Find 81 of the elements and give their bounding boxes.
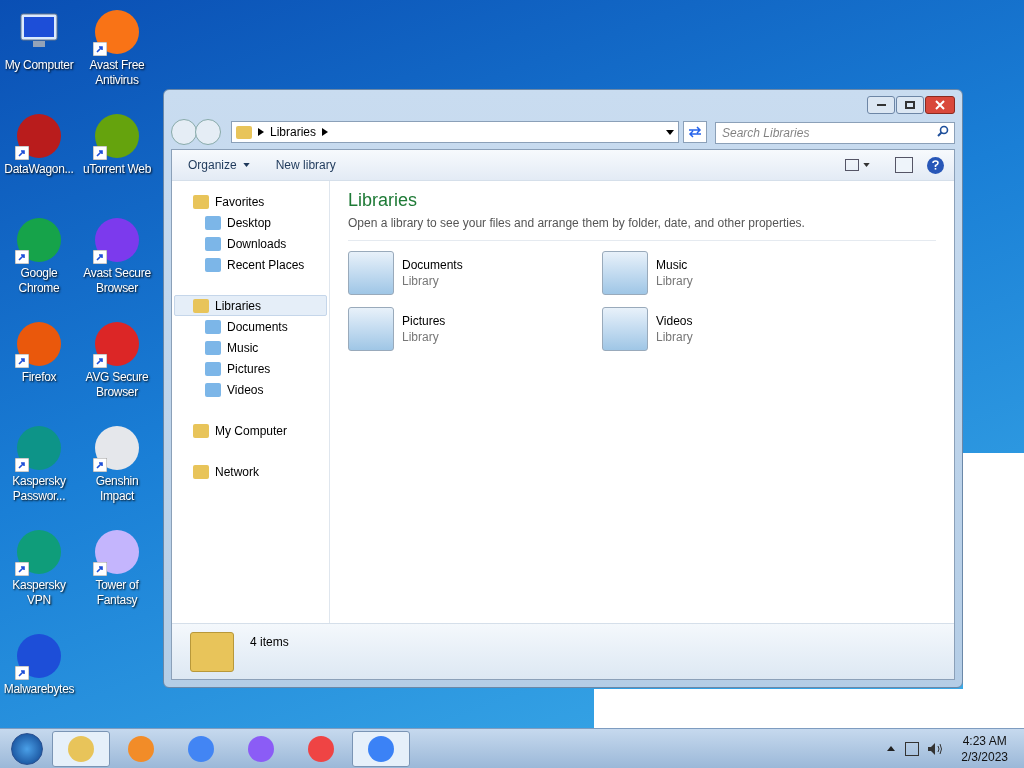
app-icon[interactable] [15,424,63,472]
app-icon[interactable] [93,216,141,264]
caret-icon [863,163,870,167]
library-item[interactable]: Documents Library [348,249,602,297]
volume-icon[interactable] [927,741,944,756]
refresh-button[interactable] [683,121,707,143]
nav-item[interactable]: Music [174,337,327,358]
icon-label: Avast Secure Browser [82,266,152,296]
nav-item[interactable]: Videos [174,379,327,400]
page-heading: Libraries [348,189,419,212]
library-icon [348,307,394,351]
nav-item[interactable]: Network [174,461,327,482]
breadcrumb[interactable]: Libraries [270,123,317,141]
chevron-icon [322,128,329,136]
nav-item[interactable]: Pictures [174,358,327,379]
nav-item[interactable]: Libraries [174,295,327,316]
item-type: Library [656,273,693,289]
app-icon[interactable] [15,632,63,680]
app-icon[interactable] [15,320,63,368]
nav-item[interactable]: Documents [174,316,327,337]
nav-item[interactable]: Recent Places [174,254,327,275]
icon-label: Firefox [21,370,57,385]
nav-item[interactable]: Favorites [174,191,327,212]
icon-label: Google Chrome [17,266,61,296]
item-name: Music [656,257,689,273]
app-icon[interactable] [93,112,141,160]
item-type: Library [402,329,440,345]
app-icon[interactable] [93,528,141,576]
search-field[interactable]: Search Libraries [715,122,955,144]
dropdown-caret-icon [666,129,674,135]
address-bar[interactable]: Libraries [231,121,679,143]
app-icon[interactable] [93,424,141,472]
search-icon [937,125,949,137]
preview-pane-button[interactable] [895,157,913,173]
help-button[interactable] [927,156,944,174]
toolbar-button[interactable]: New library [269,156,342,174]
library-folder-icon [190,631,234,672]
library-item[interactable]: Pictures Library [348,305,602,353]
question-mark-icon [932,160,939,170]
icon-label: Avast Free Antivirus [88,58,146,88]
library-item[interactable]: Music Library [602,249,856,297]
icon-label: Genshin Impact [94,474,140,504]
nav-item[interactable]: My Computer [174,420,327,441]
icon-label: uTorrent Web [82,162,152,177]
app-icon[interactable] [93,8,141,56]
app-icon[interactable] [93,320,141,368]
icon-label: Kaspersky VPN [11,578,67,608]
icon-label: DataWagon... [4,162,74,177]
app-icon[interactable] [15,528,63,576]
close-button[interactable] [925,96,955,114]
chevron-icon [258,128,264,136]
icon-label: Tower of Fantasy [94,578,140,608]
icon-label: Kaspersky Passwor... [11,474,67,504]
page-description: Open a library to see your files and arrange them by folder, date, and other properties. [348,214,936,241]
item-name: Pictures [402,313,446,329]
item-name: Videos [656,313,693,329]
app-icon[interactable] [15,216,63,264]
nav-item[interactable]: Downloads [174,233,327,254]
minimize-button[interactable] [867,96,895,114]
toolbar-button[interactable]: Organize [182,156,256,174]
item-type: Library [402,273,440,289]
item-count: 4 items [250,633,289,651]
taskbar-app-button[interactable] [52,730,110,767]
item-type: Library [656,329,693,345]
taskbar-app-button[interactable] [352,730,410,767]
icon-label: AVG Secure Browser [84,370,150,400]
library-icon [348,251,394,295]
icon-label: My Computer [4,58,74,73]
nav-item[interactable]: Desktop [174,212,327,233]
app-icon[interactable] [15,112,63,160]
refresh-arrows-icon [688,126,702,138]
library-icon [602,251,648,295]
item-name: Documents [402,257,463,273]
show-hidden-icons[interactable] [887,746,896,751]
icon-label: Malwarebytes [3,682,75,697]
caret-icon [242,163,250,167]
library-icon [602,307,648,351]
maximize-button[interactable] [896,96,924,114]
close-icon [935,100,945,110]
clock[interactable]: 4:23 AM 2/3/2023 [961,732,1008,765]
library-item[interactable]: Videos Library [602,305,856,353]
